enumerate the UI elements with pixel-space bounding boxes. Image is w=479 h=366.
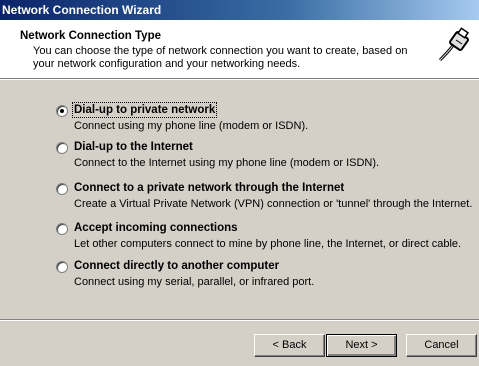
option-description: Let other computers connect to mine by p…	[74, 238, 462, 250]
radio-accept-incoming[interactable]	[56, 223, 68, 235]
radio-direct-connect[interactable]	[56, 261, 68, 273]
radio-vpn[interactable]	[56, 183, 68, 195]
option-label[interactable]: Dial-up to the Internet	[74, 141, 193, 153]
header-separator	[0, 78, 479, 80]
title-bar[interactable]: Network Connection Wizard	[0, 0, 479, 20]
option-description: Connect using my phone line (modem or IS…	[74, 120, 309, 132]
page-title: Network Connection Type	[20, 30, 161, 42]
cancel-button[interactable]: Cancel	[406, 334, 477, 357]
option-description: Create a Virtual Private Network (VPN) c…	[74, 198, 473, 210]
option-description: Connect using my serial, parallel, or in…	[74, 276, 315, 288]
option-label[interactable]: Accept incoming connections	[74, 222, 238, 234]
footer-separator	[0, 319, 479, 321]
back-button[interactable]: < Back	[254, 334, 325, 357]
wizard-window: Network Connection Wizard Network Connec…	[0, 0, 479, 366]
wizard-header: Network Connection Type You can choose t…	[0, 20, 479, 78]
network-plug-icon	[432, 26, 474, 68]
radio-dialup-private[interactable]	[56, 105, 68, 117]
page-description: You can choose the type of network conne…	[33, 45, 408, 70]
window-title: Network Connection Wizard	[2, 3, 162, 17]
option-description: Connect to the Internet using my phone l…	[74, 157, 380, 169]
option-label[interactable]: Connect directly to another computer	[74, 260, 279, 272]
option-label[interactable]: Dial-up to private network	[71, 102, 218, 118]
next-button[interactable]: Next >	[326, 334, 397, 357]
radio-dialup-internet[interactable]	[56, 142, 68, 154]
option-label[interactable]: Connect to a private network through the…	[74, 182, 344, 194]
